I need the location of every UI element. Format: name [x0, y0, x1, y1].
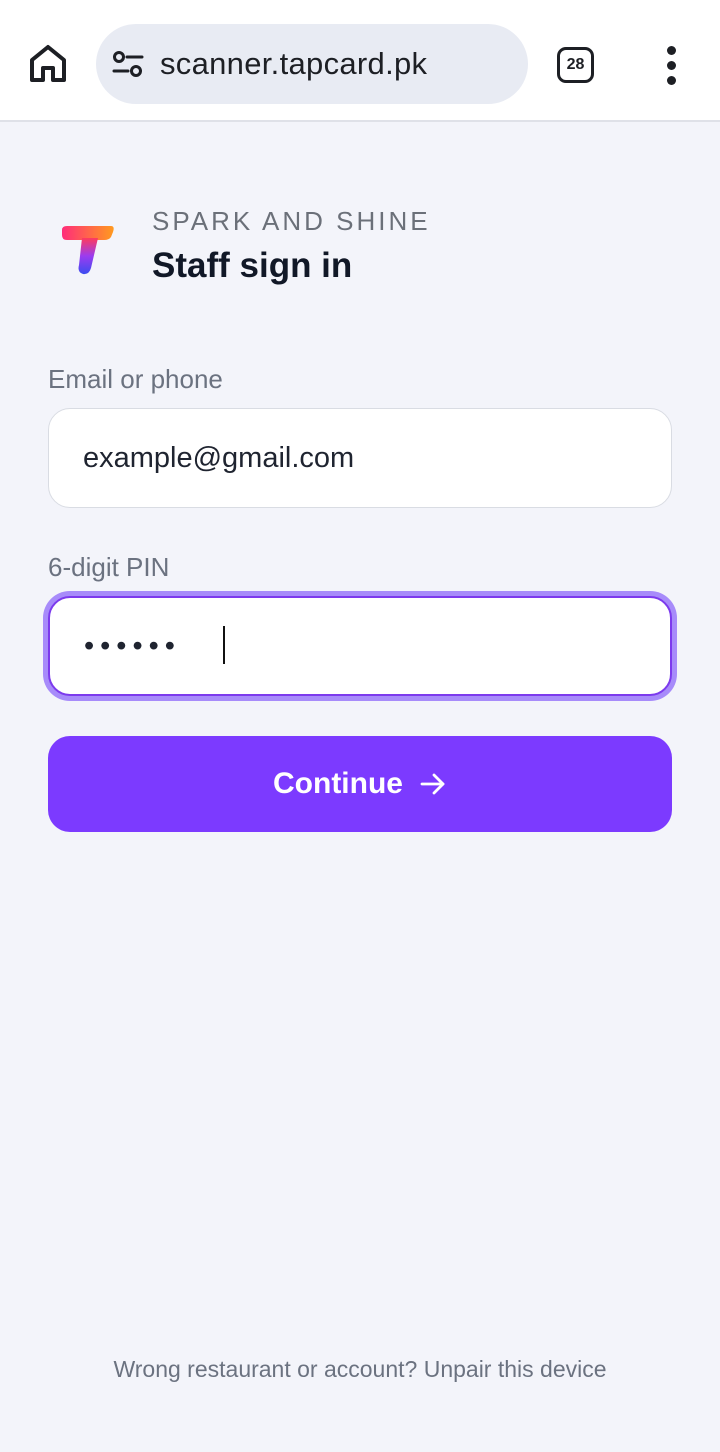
text-caret: [223, 626, 225, 664]
tabs-button[interactable]: 28: [557, 47, 594, 83]
more-vert-icon[interactable]: [662, 46, 682, 86]
url-text[interactable]: scanner.tapcard.pk: [160, 46, 427, 82]
tune-icon[interactable]: [112, 50, 144, 78]
tab-count: 28: [566, 56, 585, 73]
email-field[interactable]: [48, 408, 672, 508]
home-icon: [30, 45, 66, 82]
pin-label: 6-digit PIN: [48, 552, 170, 582]
email-label: Email or phone: [48, 364, 223, 394]
tapcard-logo: [62, 226, 114, 275]
browser-toolbar: scanner.tapcard.pk 28: [0, 0, 720, 122]
arrow-right-icon: [420, 773, 445, 795]
pin-field[interactable]: [48, 596, 672, 696]
page-title: Staff sign in: [152, 246, 353, 285]
address-bar[interactable]: scanner.tapcard.pk: [96, 24, 528, 104]
continue-button[interactable]: Continue: [48, 736, 672, 832]
unpair-device-link[interactable]: Wrong restaurant or account? Unpair this…: [0, 1356, 720, 1383]
home-button[interactable]: [26, 40, 70, 88]
continue-label: Continue: [273, 767, 403, 800]
brand-name: SPARK AND SHINE: [152, 206, 431, 236]
